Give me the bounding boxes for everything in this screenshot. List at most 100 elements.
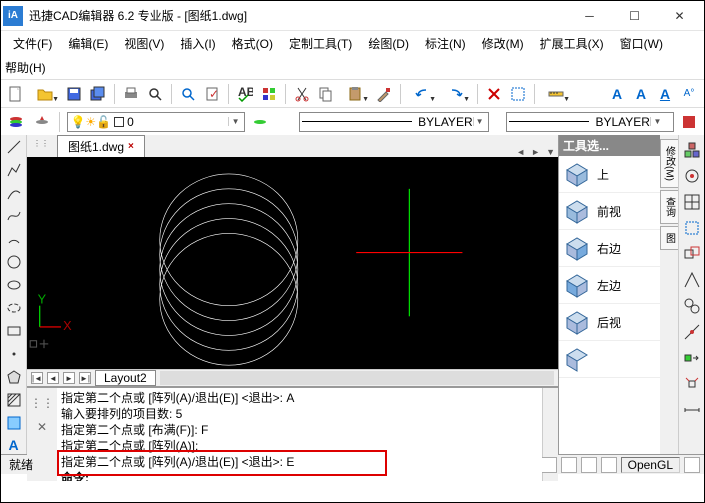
status-btn-5[interactable] <box>561 457 577 473</box>
snap-tool-6[interactable] <box>683 271 701 289</box>
menu-help[interactable]: 帮助(H) <box>5 59 46 76</box>
view-item-left[interactable]: 左边 <box>559 267 660 304</box>
delete-button[interactable] <box>483 83 505 105</box>
ellipse-arc-tool[interactable] <box>4 299 24 316</box>
text-a3[interactable]: A <box>654 83 676 105</box>
layer-tool-1[interactable] <box>5 111 27 133</box>
paste-button[interactable]: ▼ <box>339 83 371 105</box>
rect-tool[interactable] <box>4 322 24 339</box>
spell-button[interactable]: ABC <box>234 83 256 105</box>
tab-nav-menu[interactable]: ▼ <box>543 147 558 157</box>
linetype-combo[interactable]: BYLAYER ▼ <box>299 112 489 132</box>
maximize-button[interactable]: ☐ <box>612 2 657 30</box>
layer-tool-2[interactable] <box>31 111 53 133</box>
snap-tool-1[interactable] <box>683 141 701 159</box>
print-button[interactable] <box>120 83 142 105</box>
view-item-front[interactable]: 前视 <box>559 193 660 230</box>
snap-tool-8[interactable] <box>683 323 701 341</box>
layout-prev[interactable]: ◄ <box>47 372 59 384</box>
ellipse-tool[interactable] <box>4 277 24 294</box>
menu-modify[interactable]: 修改(M) <box>474 33 532 54</box>
pline-tool[interactable] <box>4 162 24 179</box>
menu-format[interactable]: 格式(O) <box>224 33 281 54</box>
measure-button[interactable]: ▼ <box>540 83 572 105</box>
undo-button[interactable]: ▼ <box>406 83 438 105</box>
tab-close-icon[interactable]: × <box>128 141 134 152</box>
view-item-more[interactable] <box>559 341 660 378</box>
color-tool[interactable] <box>678 111 700 133</box>
region-tool[interactable] <box>4 414 24 431</box>
redo-button[interactable]: ▼ <box>440 83 472 105</box>
snap-tool-2[interactable] <box>683 167 701 185</box>
lineweight-combo[interactable]: BYLAYER ▼ <box>506 112 674 132</box>
select-button[interactable] <box>507 83 529 105</box>
menu-ext[interactable]: 扩展工具(X) <box>532 33 612 54</box>
layer-combo[interactable]: 💡 ☀ 🔓 0 ▼ <box>67 112 245 132</box>
view-item-back[interactable]: 后视 <box>559 304 660 341</box>
drawing-canvas[interactable]: Y X <box>27 157 558 369</box>
preview-button[interactable] <box>144 83 166 105</box>
menu-dim[interactable]: 标注(N) <box>417 33 474 54</box>
menu-edit[interactable]: 编辑(E) <box>60 33 116 54</box>
tab-nav-right[interactable]: ► <box>528 147 543 157</box>
status-btn-7[interactable] <box>601 457 617 473</box>
polygon-tool[interactable] <box>4 368 24 385</box>
menu-view[interactable]: 视图(V) <box>116 33 172 54</box>
new-button[interactable] <box>5 83 27 105</box>
text-a4[interactable]: A° <box>678 83 700 105</box>
menu-file[interactable]: 文件(F) <box>5 33 60 54</box>
layout-first[interactable]: |◄ <box>31 372 43 384</box>
command-area: ⋮⋮ ✕ 指定第二个点或 [阵列(A)/退出(E)] <退出>: A 输入要排列… <box>27 386 558 481</box>
menu-tools[interactable]: 定制工具(T) <box>281 33 360 54</box>
snap-tool-9[interactable] <box>683 349 701 367</box>
audit-button[interactable]: ✓ <box>201 83 223 105</box>
point-tool[interactable] <box>4 345 24 362</box>
circle-tool[interactable] <box>4 254 24 271</box>
panel-title-bar[interactable]: 工具选... <box>559 135 660 156</box>
saveall-button[interactable] <box>87 83 109 105</box>
doc-tab[interactable]: 图纸1.dwg × <box>57 135 145 157</box>
design-button[interactable] <box>258 83 280 105</box>
cut-button[interactable] <box>291 83 313 105</box>
layer-prev[interactable] <box>249 111 271 133</box>
tab-nav-left[interactable]: ◄ <box>513 147 528 157</box>
vtab-modify[interactable]: 修改(M) <box>660 139 679 188</box>
text-a1[interactable]: A <box>606 83 628 105</box>
copy-button[interactable] <box>315 83 337 105</box>
cmd-close-icon[interactable]: ✕ <box>37 420 47 434</box>
spline-tool[interactable] <box>4 208 24 225</box>
command-log[interactable]: 指定第二个点或 [阵列(A)/退出(E)] <退出>: A 输入要排列的项目数:… <box>57 388 542 481</box>
layout-tab[interactable]: Layout2 <box>95 370 156 386</box>
close-button[interactable]: ✕ <box>657 2 702 30</box>
arc2-tool[interactable] <box>4 231 24 248</box>
layout-last[interactable]: ►| <box>79 372 91 384</box>
status-btn-8[interactable] <box>684 457 700 473</box>
hatch-tool[interactable] <box>4 391 24 408</box>
menu-window[interactable]: 窗口(W) <box>612 33 671 54</box>
snap-tool-10[interactable] <box>683 375 701 393</box>
open-button[interactable]: ▼ <box>29 83 61 105</box>
text-tool[interactable]: A <box>4 437 24 454</box>
status-btn-6[interactable] <box>581 457 597 473</box>
arc-tool[interactable] <box>4 185 24 202</box>
find-button[interactable] <box>177 83 199 105</box>
matchprop-button[interactable] <box>373 83 395 105</box>
line-tool[interactable] <box>4 139 24 156</box>
snap-tool-11[interactable] <box>683 401 701 419</box>
menu-insert[interactable]: 插入(I) <box>172 33 223 54</box>
view-item-top[interactable]: 上 <box>559 156 660 193</box>
tab-handle[interactable]: ⋮⋮ <box>33 139 49 148</box>
layout-next[interactable]: ► <box>63 372 75 384</box>
vtab-query[interactable]: 查询 <box>660 190 679 224</box>
menu-draw[interactable]: 绘图(D) <box>360 33 417 54</box>
status-btn-4[interactable] <box>541 457 557 473</box>
view-item-right[interactable]: 右边 <box>559 230 660 267</box>
save-button[interactable] <box>63 83 85 105</box>
snap-tool-5[interactable] <box>683 245 701 263</box>
text-a2[interactable]: A <box>630 83 652 105</box>
snap-tool-4[interactable] <box>683 219 701 237</box>
snap-tool-3[interactable] <box>683 193 701 211</box>
snap-tool-7[interactable] <box>683 297 701 315</box>
vtab-layer[interactable]: 图 <box>660 226 679 250</box>
minimize-button[interactable]: ─ <box>567 2 612 30</box>
